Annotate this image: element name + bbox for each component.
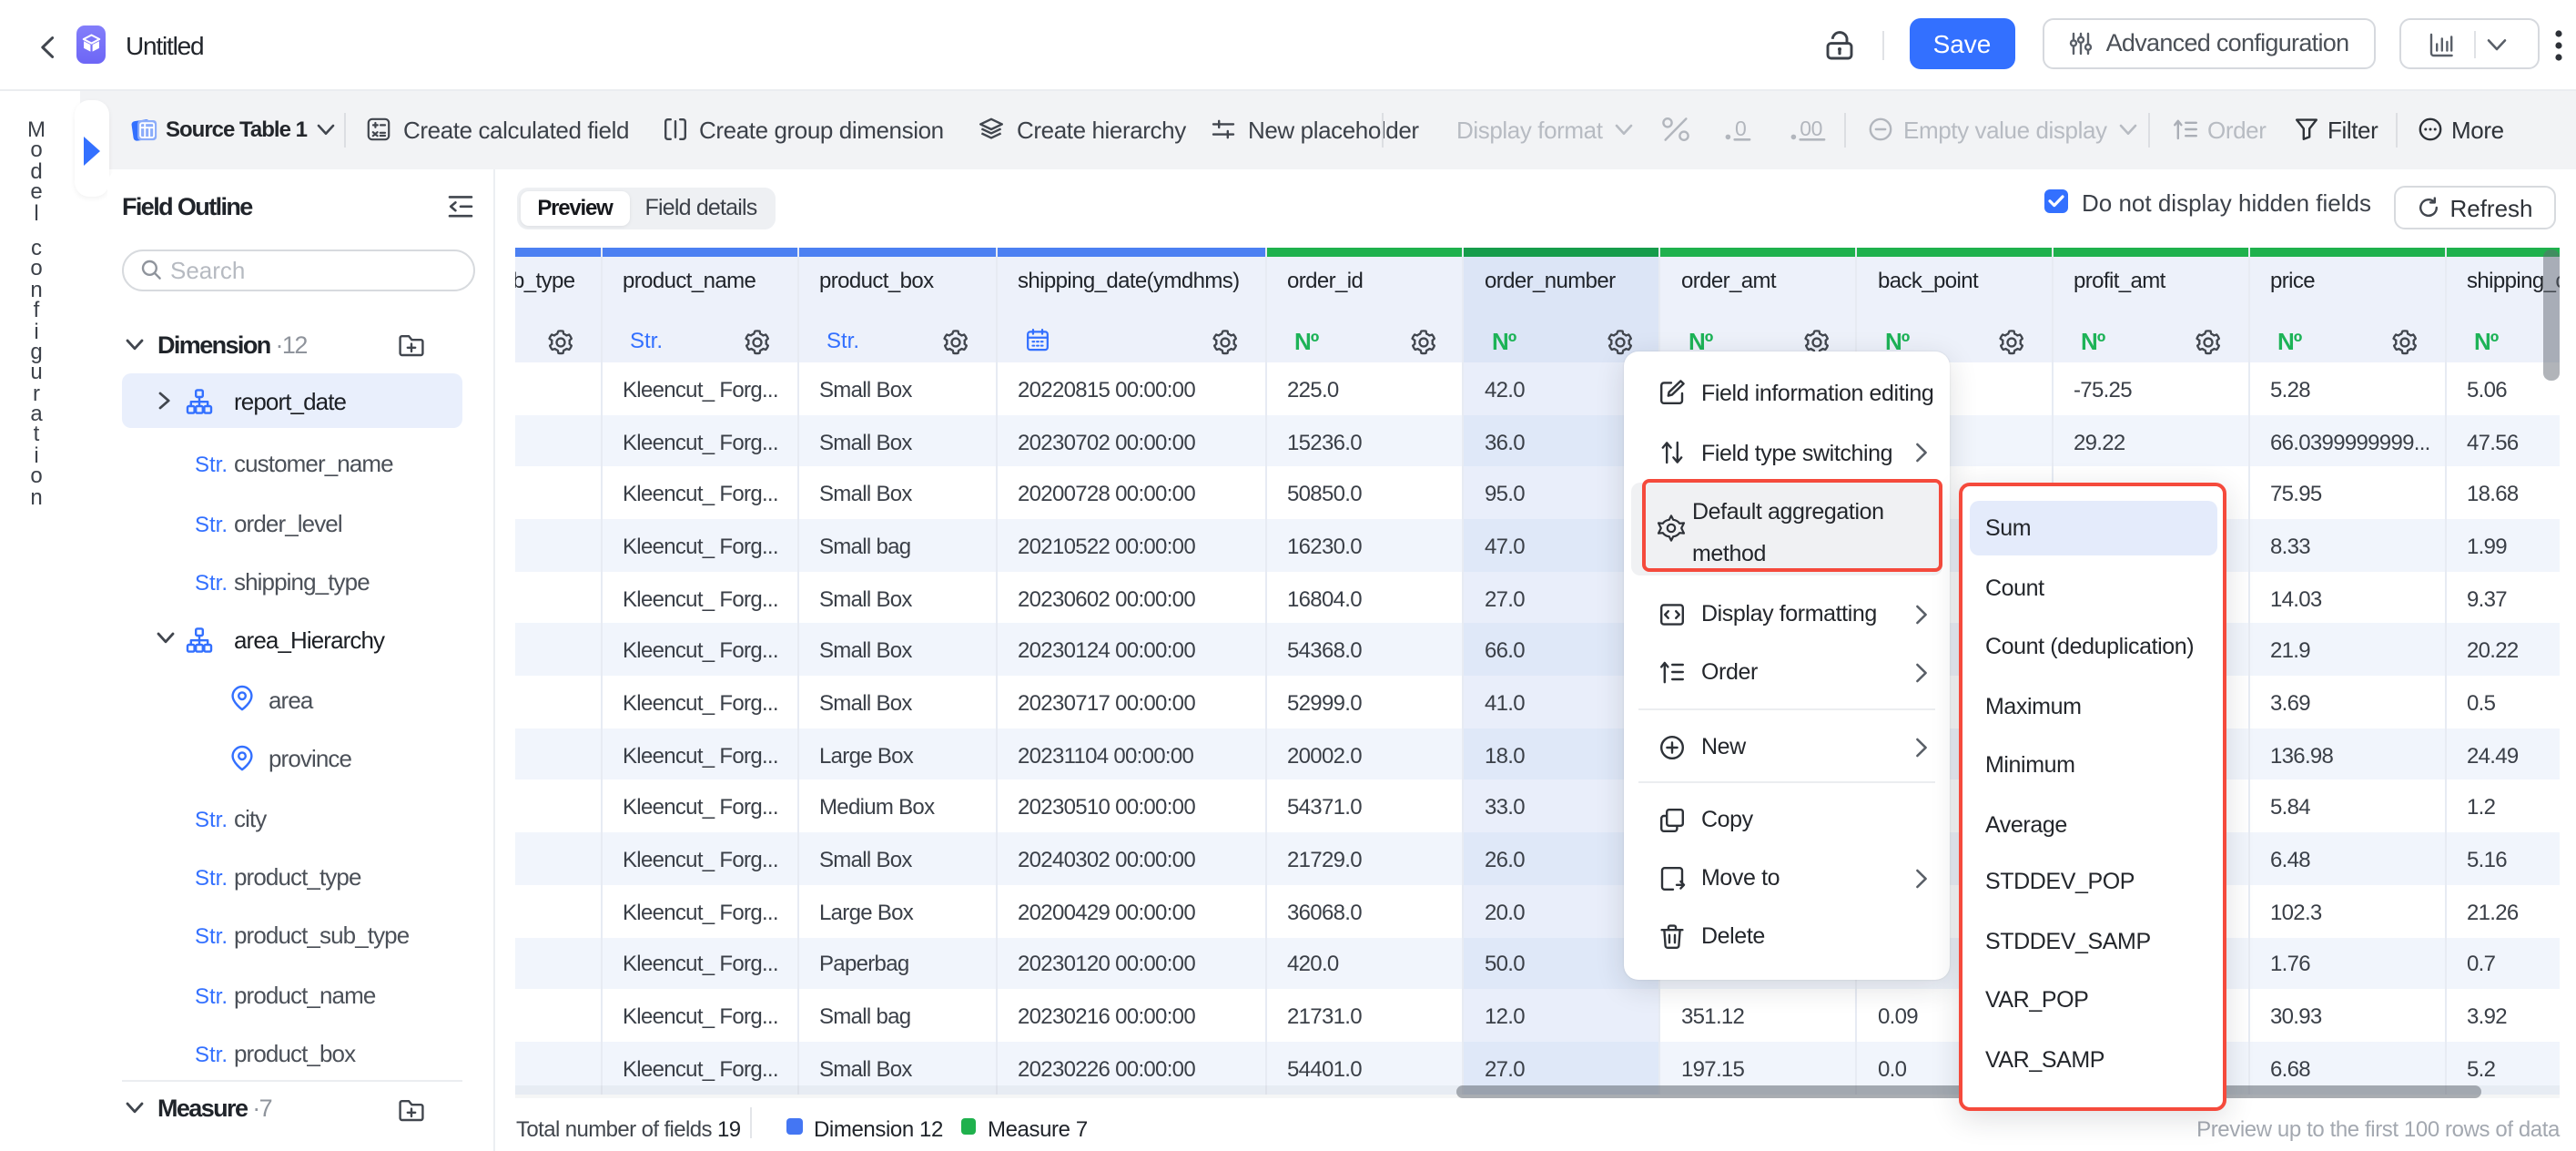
- svg-text:0: 0: [1734, 117, 1745, 140]
- svg-text:00: 00: [1799, 117, 1821, 140]
